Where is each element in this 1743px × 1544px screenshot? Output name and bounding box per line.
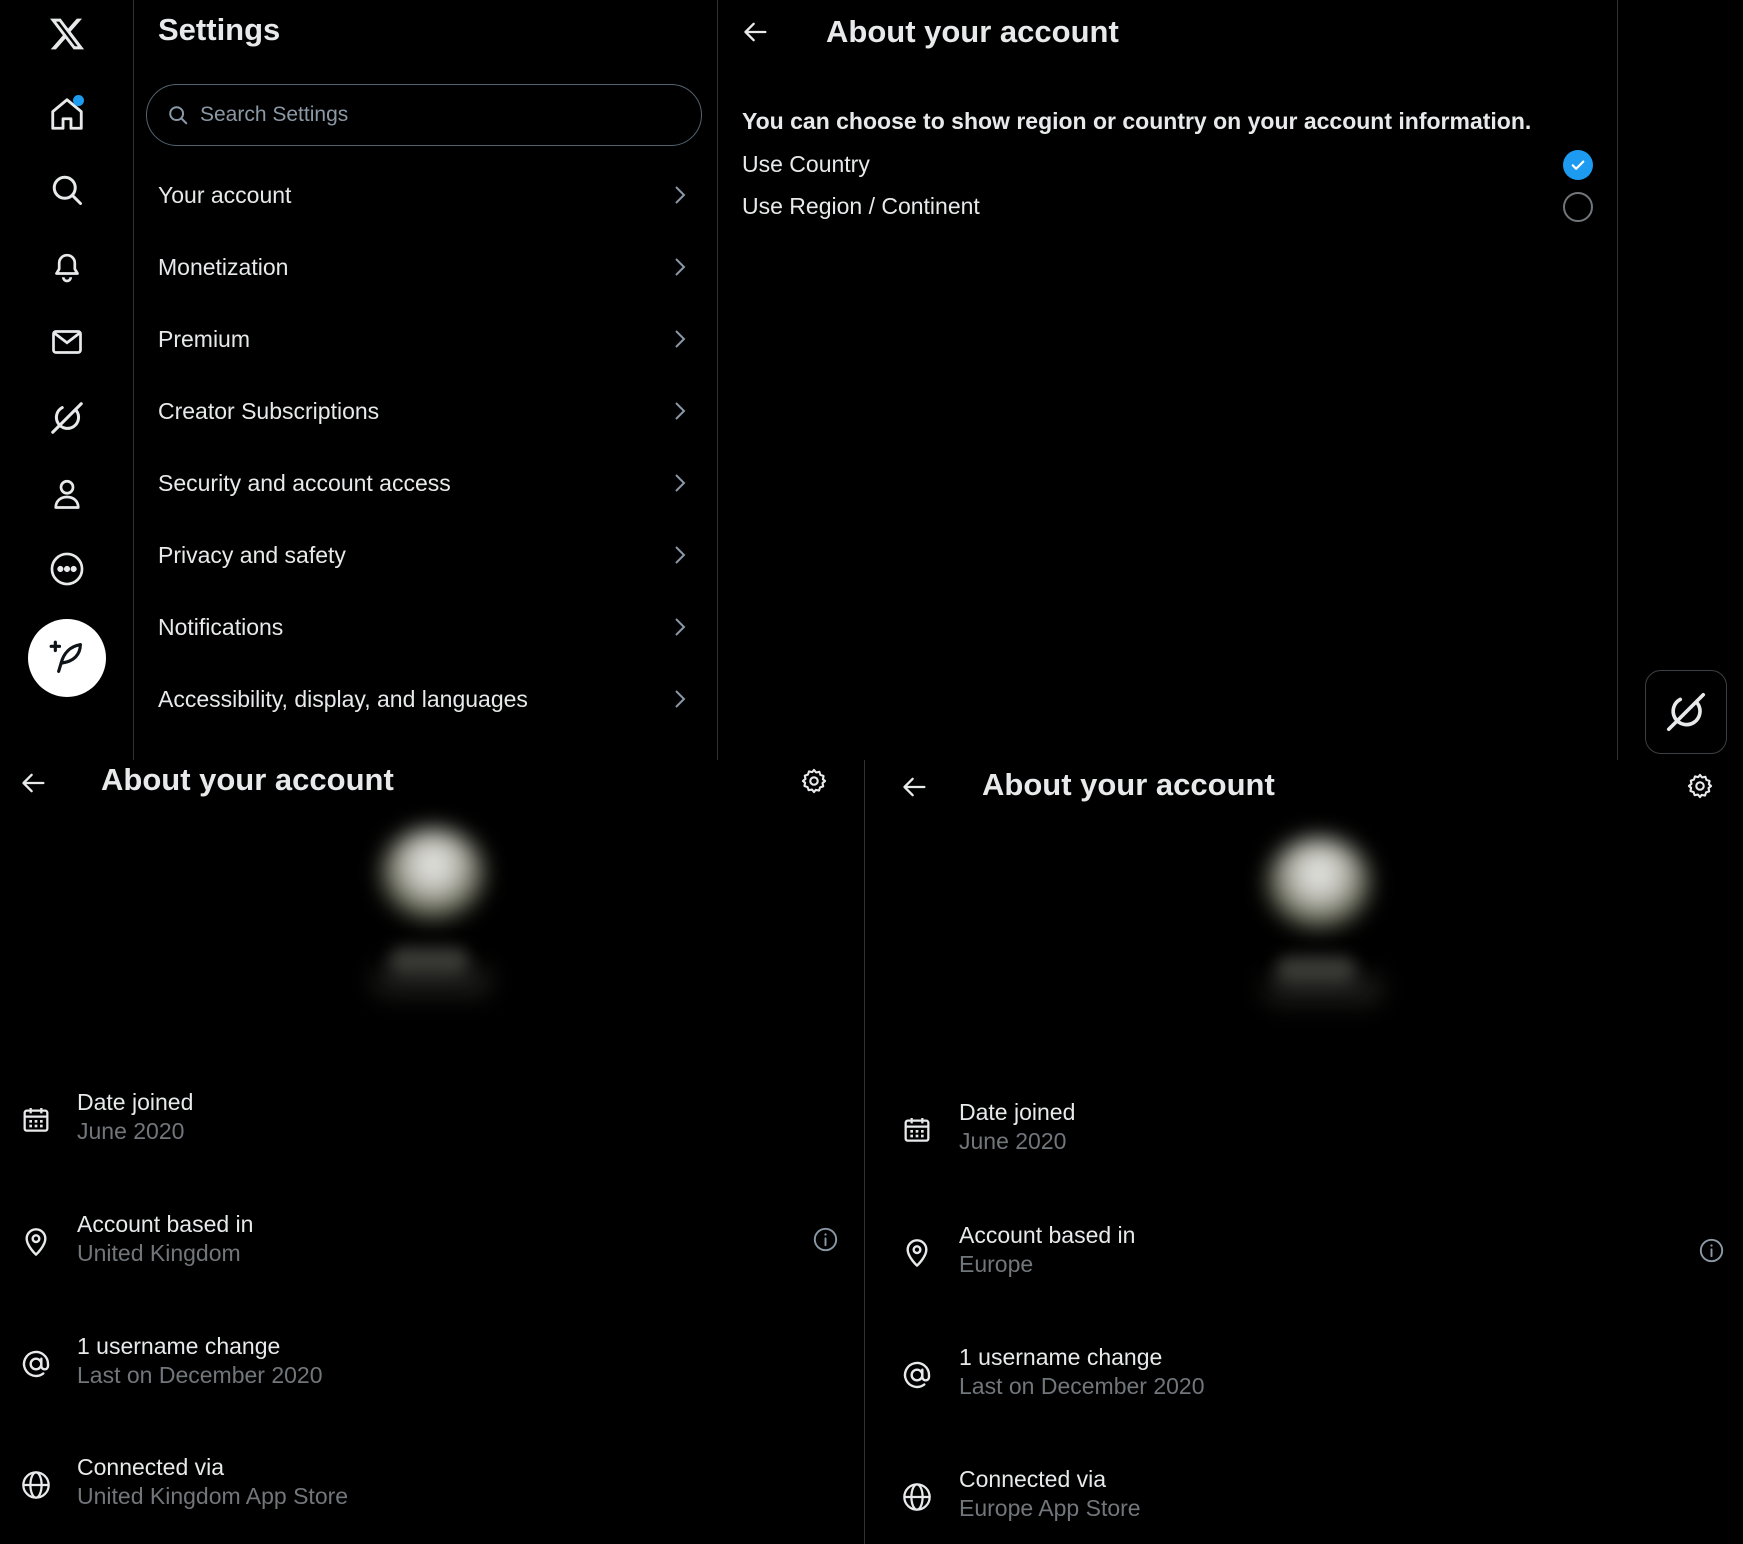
more-icon[interactable] [44, 546, 90, 592]
chevron-right-icon [675, 474, 686, 492]
grok-icon [1666, 692, 1706, 732]
back-arrow-icon[interactable] [901, 773, 929, 801]
username-change-row: 1 username change Last on December 2020 [865, 1340, 1743, 1420]
about-account-region-panel: About your account Date joined June 2020… [865, 760, 1743, 1544]
row-value: June 2020 [959, 1128, 1067, 1154]
account-based-in-row: Account based in Europe [865, 1218, 1743, 1298]
profile-icon[interactable] [44, 471, 90, 517]
settings-item-label: Privacy and safety [158, 541, 346, 568]
row-value: United Kingdom App Store [77, 1483, 349, 1509]
settings-item-premium[interactable]: Premium [134, 303, 717, 375]
gear-icon[interactable] [1686, 772, 1714, 800]
settings-item-label: Monetization [158, 253, 289, 280]
search-field[interactable] [146, 84, 702, 146]
chevron-right-icon [675, 258, 686, 276]
blurred-name [1276, 956, 1356, 984]
grok-floating-button[interactable] [1645, 670, 1727, 754]
info-icon[interactable] [1698, 1237, 1725, 1264]
row-value: June 2020 [77, 1118, 185, 1144]
page-title: Settings [158, 12, 281, 47]
account-based-in-row: Account based in United Kingdom [0, 1207, 864, 1287]
row-value: United Kingdom [77, 1240, 241, 1266]
row-label: Account based in [77, 1211, 254, 1237]
post-button[interactable] [28, 619, 106, 697]
row-label: Date joined [77, 1089, 194, 1115]
avatar [1267, 837, 1371, 929]
connected-via-row: Connected via Europe App Store [865, 1462, 1743, 1542]
row-label: 1 username change [959, 1344, 1163, 1370]
settings-column: Settings Your account Monetization Premi… [134, 0, 717, 760]
chevron-right-icon [675, 330, 686, 348]
search-icon[interactable] [44, 167, 90, 213]
date-joined-row: Date joined June 2020 [865, 1095, 1743, 1175]
settings-item-label: Premium [158, 325, 251, 352]
divider [1617, 0, 1618, 760]
location-pin-icon [25, 1228, 47, 1256]
blurred-name [389, 947, 469, 975]
calendar-icon [23, 1108, 49, 1132]
grok-icon[interactable] [44, 395, 90, 441]
at-sign-icon [903, 1361, 931, 1389]
page-title: About your account [101, 762, 394, 797]
back-arrow-icon[interactable] [20, 769, 48, 797]
avatar [381, 828, 485, 920]
back-arrow-icon[interactable] [742, 18, 770, 46]
row-value: Europe App Store [959, 1495, 1141, 1521]
about-account-country-panel: About your account Date joined June 2020… [0, 760, 864, 1544]
search-input[interactable] [198, 102, 672, 128]
about-settings-panel: About your account You can choose to sho… [718, 0, 1617, 760]
search-icon [169, 106, 188, 125]
chevron-right-icon [675, 402, 686, 420]
row-value: Last on December 2020 [77, 1362, 323, 1388]
date-joined-row: Date joined June 2020 [0, 1085, 864, 1165]
globe-icon [22, 1471, 50, 1499]
x-logo-icon[interactable] [44, 11, 90, 57]
chevron-right-icon [675, 546, 686, 564]
connected-via-row: Connected via United Kingdom App Store [0, 1450, 864, 1530]
settings-item-notifications[interactable]: Notifications [134, 591, 717, 663]
gear-icon[interactable] [800, 767, 828, 795]
info-icon[interactable] [812, 1226, 839, 1253]
settings-item-your-account[interactable]: Your account [134, 159, 717, 231]
row-label: Connected via [77, 1454, 225, 1480]
settings-item-label: Your account [158, 181, 292, 208]
row-value: Last on December 2020 [959, 1373, 1205, 1399]
page-title: About your account [826, 14, 1119, 49]
option-use-country-label[interactable]: Use Country [742, 151, 870, 178]
calendar-icon [904, 1118, 930, 1142]
notification-dot [73, 95, 84, 106]
row-label: Date joined [959, 1099, 1076, 1125]
row-label: Account based in [959, 1222, 1136, 1248]
home-icon[interactable] [44, 91, 90, 137]
location-pin-icon [906, 1239, 928, 1267]
region-prompt: You can choose to show region or country… [742, 108, 1532, 134]
settings-item-label: Creator Subscriptions [158, 397, 380, 424]
settings-item-label: Notifications [158, 613, 284, 640]
chevron-right-icon [675, 186, 686, 204]
chevron-right-icon [675, 618, 686, 636]
row-label: Connected via [959, 1466, 1107, 1492]
username-change-row: 1 username change Last on December 2020 [0, 1329, 864, 1409]
globe-icon [903, 1483, 931, 1511]
at-sign-icon [22, 1350, 50, 1378]
bell-icon[interactable] [44, 243, 90, 289]
mail-icon[interactable] [44, 319, 90, 365]
settings-item-security[interactable]: Security and account access [134, 447, 717, 519]
row-value: Europe [959, 1251, 1034, 1277]
settings-item-accessibility[interactable]: Accessibility, display, and languages [134, 663, 717, 735]
use-region-radio[interactable] [1563, 192, 1593, 222]
feather-plus-icon [49, 640, 82, 673]
option-use-region-label[interactable]: Use Region / Continent [742, 193, 980, 220]
settings-item-label: Security and account access [158, 469, 451, 496]
settings-item-monetization[interactable]: Monetization [134, 231, 717, 303]
row-label: 1 username change [77, 1333, 281, 1359]
settings-item-creator-subscriptions[interactable]: Creator Subscriptions [134, 375, 717, 447]
checkmark-icon [1571, 160, 1585, 170]
settings-item-label: Accessibility, display, and languages [158, 685, 528, 712]
settings-item-privacy[interactable]: Privacy and safety [134, 519, 717, 591]
nav-rail [0, 0, 133, 760]
chevron-right-icon [675, 690, 686, 708]
page-title: About your account [982, 767, 1275, 802]
use-country-radio[interactable] [1563, 150, 1593, 180]
